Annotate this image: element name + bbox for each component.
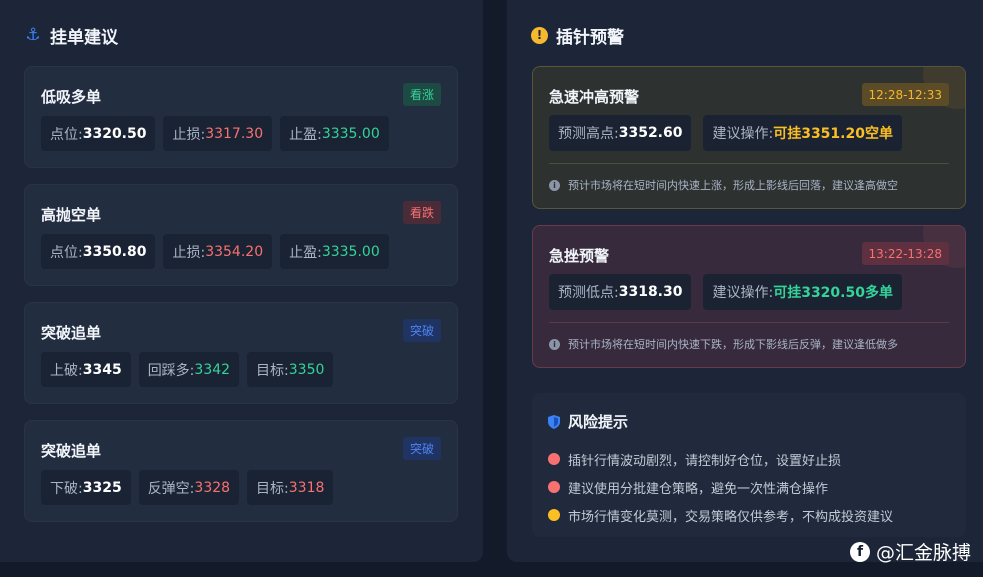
bullet-dot-icon (548, 509, 560, 521)
alert-note-text: 预计市场将在短时间内快速下跌，形成下影线后反弹，建议逢低做多 (568, 338, 898, 351)
spike-alert-title-text: 插针预警 (556, 27, 624, 48)
risk-item-text: 建议使用分批建仓策略，避免一次性满仓操作 (568, 481, 829, 497)
chip-label: 目标: (256, 362, 289, 379)
chip-value: 3345 (82, 361, 122, 378)
pullback-chip: 回踩多: 3342 (138, 352, 240, 387)
stop-loss-chip: 止损: 3317.30 (163, 116, 273, 151)
chip-label: 止损: (172, 126, 206, 143)
chip-value: 3325 (82, 479, 122, 496)
order-name: 突破追单 (41, 324, 102, 342)
chip-value: 3350.80 (82, 243, 147, 260)
anchor-icon: ⚓ (25, 25, 41, 45)
list-item: 建议使用分批建仓策略，避免一次性满仓操作 (548, 473, 893, 501)
chip-label: 反弹空: (147, 480, 195, 497)
divider (549, 163, 949, 164)
order-suggestion-title-text: 挂单建议 (50, 27, 118, 48)
suggested-action-chip: 建议操作: 可挂3351.20空单 (703, 115, 902, 151)
info-icon: i (549, 338, 560, 350)
chip-label: 预测低点: (558, 285, 619, 301)
rebound-chip: 反弹空: 3328 (138, 470, 240, 505)
weibo-logo-icon: f (849, 541, 870, 562)
predicted-high-chip: 预测高点: 3352.60 (549, 115, 692, 151)
target-chip: 目标: 3350 (247, 352, 334, 387)
entry-chip: 点位: 3320.50 (41, 116, 156, 151)
order-suggestion-panel: ⚓ 挂单建议 低吸多单 看涨 点位: 3320.50 止损: 3317.30 止… (0, 0, 483, 562)
chip-value: 3328 (194, 479, 231, 496)
chip-label: 回踩多: (147, 362, 195, 379)
watermark-text: @汇金脉搏 (875, 542, 971, 564)
bullet-dot-icon (548, 481, 560, 493)
chip-value: 3335.00 (321, 125, 380, 142)
chip-value: 3320.50 (82, 125, 147, 142)
predicted-low-chip: 预测低点: 3318.30 (549, 274, 692, 310)
target-chip: 目标: 3318 (247, 470, 334, 505)
alert-card-spike-up: 急速冲高预警 12:28-12:33 预测高点: 3352.60 建议操作: 可… (532, 66, 966, 209)
order-card-sell-high: 高抛空单 看跌 点位: 3350.80 止损: 3354.20 止盈: 3335… (24, 184, 458, 286)
breakdown-chip: 下破: 3325 (41, 470, 131, 505)
spike-alert-panel: ! 插针预警 急速冲高预警 12:28-12:33 预测高点: 3352.60 … (507, 0, 983, 562)
chip-value: 3354.20 (205, 243, 264, 260)
alert-card-spike-down: 急挫预警 13:22-13:28 预测低点: 3318.30 建议操作: 可挂3… (532, 225, 966, 368)
risk-warning-card: 风险提示 插针行情波动剧烈，请控制好仓位，设置好止损 建议使用分批建仓策略，避免… (532, 393, 966, 537)
risk-item-text: 插针行情波动剧烈，请控制好仓位，设置好止损 (568, 453, 842, 469)
chip-label: 建议操作: (712, 126, 774, 142)
order-name: 高抛空单 (41, 206, 102, 224)
list-item: 市场行情变化莫测，交易策略仅供参考，不构成投资建议 (548, 501, 893, 529)
chip-value: 3342 (194, 361, 231, 378)
alert-icon: ! (531, 26, 548, 44)
take-profit-chip: 止盈: 3335.00 (280, 116, 389, 151)
alert-name: 急速冲高预警 (549, 88, 640, 106)
alert-note: i 预计市场将在短时间内快速上涨，形成上影线后回落，建议逢高做空 (549, 177, 898, 193)
order-card-breakout-down: 突破追单 突破 下破: 3325 反弹空: 3328 目标: 3318 (24, 420, 458, 522)
chip-label: 上破: (50, 362, 83, 379)
trend-badge: 看涨 (402, 83, 441, 106)
time-window-badge: 12:28-12:33 (861, 83, 949, 106)
chip-value: 3318.30 (618, 284, 683, 300)
trend-badge: 突破 (402, 319, 441, 342)
bullet-dot-icon (548, 453, 560, 465)
order-name: 低吸多单 (41, 88, 102, 106)
alert-note-text: 预计市场将在短时间内快速上涨，形成上影线后回落，建议逢高做空 (568, 179, 898, 192)
breakout-chip: 上破: 3345 (41, 352, 131, 387)
risk-title-text: 风险提示 (568, 413, 629, 431)
order-name: 突破追单 (41, 442, 102, 460)
take-profit-chip: 止盈: 3335.00 (280, 234, 389, 269)
risk-title: 风险提示 (548, 411, 628, 432)
trend-badge: 看跌 (402, 201, 441, 224)
alert-name: 急挫预警 (549, 247, 610, 265)
list-item: 插针行情波动剧烈，请控制好仓位，设置好止损 (548, 445, 893, 473)
shield-icon (548, 414, 560, 429)
chip-label: 止损: (172, 244, 206, 261)
chip-label: 点位: (50, 126, 83, 143)
chip-label: 止盈: (289, 126, 322, 143)
chip-value: 3318 (288, 479, 325, 496)
order-card-buy-low: 低吸多单 看涨 点位: 3320.50 止损: 3317.30 止盈: 3335… (24, 66, 458, 168)
chip-label: 预测高点: (558, 126, 619, 142)
chip-label: 目标: (256, 480, 289, 497)
chip-label: 止盈: (289, 244, 322, 261)
stop-loss-chip: 止损: 3354.20 (163, 234, 273, 269)
order-suggestion-title: ⚓ 挂单建议 (24, 24, 118, 48)
trend-badge: 突破 (402, 437, 441, 460)
divider (549, 322, 949, 323)
chip-value: 3352.60 (618, 125, 683, 141)
order-card-breakout-up: 突破追单 突破 上破: 3345 回踩多: 3342 目标: 3350 (24, 302, 458, 404)
chip-value: 可挂3320.50多单 (773, 285, 893, 301)
risk-item-text: 市场行情变化莫测，交易策略仅供参考，不构成投资建议 (568, 509, 894, 525)
spike-alert-title: ! 插针预警 (531, 24, 624, 48)
suggested-action-chip: 建议操作: 可挂3320.50多单 (703, 274, 902, 310)
time-window-badge: 13:22-13:28 (861, 242, 949, 265)
entry-chip: 点位: 3350.80 (41, 234, 156, 269)
chip-value: 3317.30 (205, 125, 264, 142)
chip-label: 点位: (50, 244, 83, 261)
info-icon: i (549, 179, 560, 191)
alert-note: i 预计市场将在短时间内快速下跌，形成下影线后反弹，建议逢低做多 (549, 336, 898, 352)
watermark: f @汇金脉搏 (849, 538, 971, 565)
risk-list: 插针行情波动剧烈，请控制好仓位，设置好止损 建议使用分批建仓策略，避免一次性满仓… (548, 445, 893, 529)
chip-label: 建议操作: (712, 285, 774, 301)
chip-value: 3335.00 (321, 243, 380, 260)
chip-value: 可挂3351.20空单 (773, 126, 893, 142)
chip-label: 下破: (50, 480, 83, 497)
chip-value: 3350 (288, 361, 325, 378)
